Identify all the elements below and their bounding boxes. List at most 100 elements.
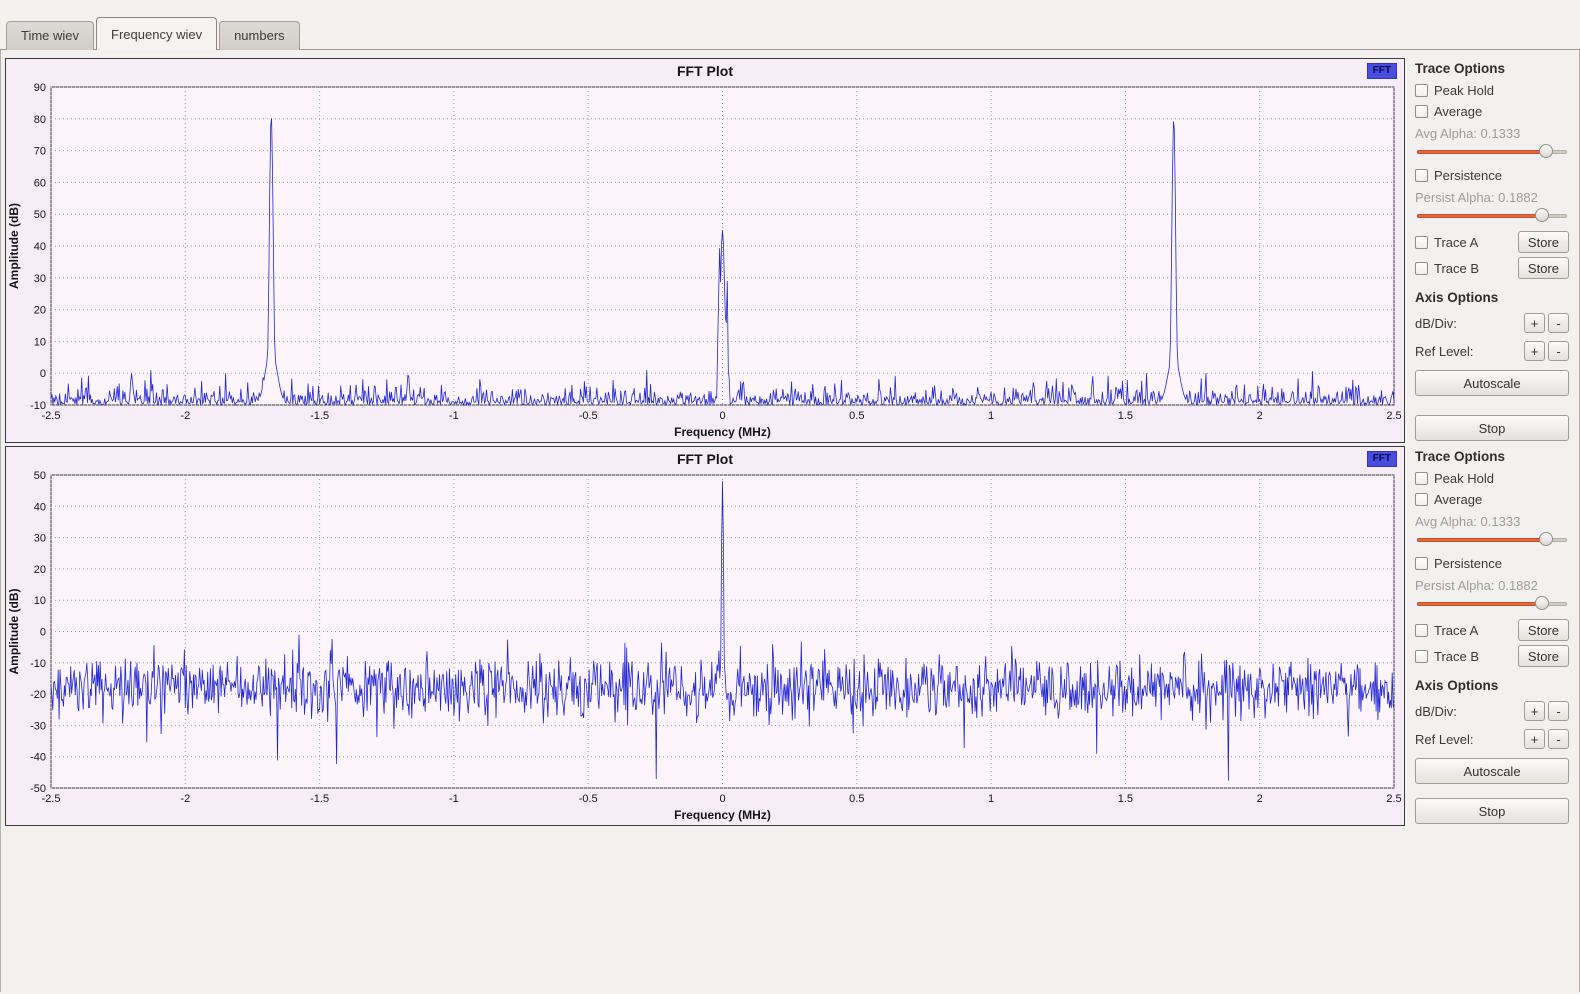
trace-b-checkbox-1[interactable]: Trace B	[1415, 261, 1518, 276]
trace-a-checkbox-2[interactable]: Trace A	[1415, 623, 1518, 638]
trace-b-row-1: Trace B Store	[1415, 257, 1569, 279]
svg-text:40: 40	[34, 501, 46, 513]
stop-button-2[interactable]: Stop	[1415, 798, 1569, 824]
trace-a-checkbox-1[interactable]: Trace A	[1415, 235, 1518, 250]
checkbox-icon[interactable]	[1415, 169, 1428, 182]
store-trace-b-button-2[interactable]: Store	[1518, 645, 1569, 667]
svg-text:0.5: 0.5	[849, 410, 864, 422]
plot-title-1: FFT Plot	[6, 63, 1404, 79]
persistence-checkbox-2[interactable]: Persistence	[1415, 556, 1569, 571]
svg-text:-30: -30	[30, 720, 46, 732]
axis-options-header-2: Axis Options	[1415, 678, 1569, 693]
checkbox-icon[interactable]	[1415, 557, 1428, 570]
store-trace-a-button-2[interactable]: Store	[1518, 619, 1569, 641]
persistence-label: Persistence	[1434, 556, 1502, 571]
tab-time-view[interactable]: Time wiev	[6, 21, 94, 50]
db-div-minus-button-1[interactable]: -	[1548, 313, 1569, 333]
tab-frequency-view[interactable]: Frequency wiev	[96, 17, 217, 50]
stop-button-1[interactable]: Stop	[1415, 415, 1569, 441]
slider-handle[interactable]	[1535, 596, 1549, 610]
trace-b-checkbox-2[interactable]: Trace B	[1415, 649, 1518, 664]
db-div-label: dB/Div:	[1415, 704, 1521, 719]
tab-bar: Time wiev Frequency wiev numbers	[0, 0, 1580, 50]
svg-text:-1: -1	[449, 793, 459, 805]
svg-text:0: 0	[40, 627, 46, 639]
svg-text:-1.5: -1.5	[310, 410, 329, 422]
svg-text:20: 20	[34, 305, 46, 317]
store-trace-b-button-1[interactable]: Store	[1518, 257, 1569, 279]
checkbox-icon[interactable]	[1415, 493, 1428, 506]
svg-text:50: 50	[34, 470, 46, 482]
average-label: Average	[1434, 104, 1482, 119]
checkbox-icon[interactable]	[1415, 262, 1428, 275]
control-panel-2: Trace Options Peak Hold Average Avg Alph…	[1411, 446, 1571, 826]
svg-text:Amplitude (dB): Amplitude (dB)	[7, 203, 21, 289]
persistence-label: Persistence	[1434, 168, 1502, 183]
tab-numbers[interactable]: numbers	[219, 21, 300, 50]
legend-fft-badge-1[interactable]: FFT	[1367, 63, 1397, 79]
autoscale-button-1[interactable]: Autoscale	[1415, 370, 1569, 396]
slider-fill	[1417, 602, 1542, 606]
checkbox-icon[interactable]	[1415, 236, 1428, 249]
legend-fft-badge-2[interactable]: FFT	[1367, 451, 1397, 467]
db-div-row-1: dB/Div: + -	[1415, 313, 1569, 333]
persist-alpha-slider-1[interactable]	[1417, 208, 1567, 223]
trace-options-header-1: Trace Options	[1415, 61, 1569, 76]
svg-text:-40: -40	[30, 752, 46, 764]
fft-plot-canvas-1[interactable]: -2.5-2-1.5-1-0.500.511.522.5-10010203040…	[7, 82, 1403, 441]
checkbox-icon[interactable]	[1415, 105, 1428, 118]
ref-level-label: Ref Level:	[1415, 344, 1521, 359]
peak-hold-checkbox-1[interactable]: Peak Hold	[1415, 83, 1569, 98]
avg-alpha-slider-2[interactable]	[1417, 532, 1567, 547]
svg-text:2.5: 2.5	[1386, 410, 1401, 422]
ref-level-minus-button-1[interactable]: -	[1548, 341, 1569, 361]
db-div-plus-button-2[interactable]: +	[1524, 701, 1545, 721]
average-checkbox-2[interactable]: Average	[1415, 492, 1569, 507]
svg-text:10: 10	[34, 336, 46, 348]
persist-alpha-label-1: Persist Alpha: 0.1882	[1415, 190, 1569, 205]
ref-level-row-2: Ref Level: + -	[1415, 729, 1569, 749]
trace-b-row-2: Trace B Store	[1415, 645, 1569, 667]
svg-text:-1.5: -1.5	[310, 793, 329, 805]
fft-plot-canvas-2[interactable]: -2.5-2-1.5-1-0.500.511.522.5-50-40-30-20…	[7, 470, 1403, 824]
fft-panel-row-1: FFT Plot FFT -2.5-2-1.5-1-0.500.511.522.…	[5, 58, 1571, 443]
svg-text:1.5: 1.5	[1118, 410, 1133, 422]
svg-text:-1: -1	[449, 410, 459, 422]
autoscale-button-2[interactable]: Autoscale	[1415, 758, 1569, 784]
db-div-plus-button-1[interactable]: +	[1524, 313, 1545, 333]
svg-text:0.5: 0.5	[849, 793, 864, 805]
trace-a-label: Trace A	[1434, 623, 1478, 638]
db-div-minus-button-2[interactable]: -	[1548, 701, 1569, 721]
svg-text:-10: -10	[30, 400, 46, 412]
svg-text:1: 1	[988, 410, 994, 422]
slider-fill	[1417, 214, 1542, 218]
peak-hold-checkbox-2[interactable]: Peak Hold	[1415, 471, 1569, 486]
trace-a-row-1: Trace A Store	[1415, 231, 1569, 253]
ref-level-plus-button-2[interactable]: +	[1524, 729, 1545, 749]
persist-alpha-label-2: Persist Alpha: 0.1882	[1415, 578, 1569, 593]
slider-handle[interactable]	[1535, 208, 1549, 222]
checkbox-icon[interactable]	[1415, 650, 1428, 663]
svg-text:2: 2	[1257, 793, 1263, 805]
axis-options-header-1: Axis Options	[1415, 290, 1569, 305]
checkbox-icon[interactable]	[1415, 84, 1428, 97]
average-checkbox-1[interactable]: Average	[1415, 104, 1569, 119]
svg-text:2: 2	[1257, 410, 1263, 422]
store-trace-a-button-1[interactable]: Store	[1518, 231, 1569, 253]
peak-hold-label: Peak Hold	[1434, 83, 1494, 98]
avg-alpha-slider-1[interactable]	[1417, 144, 1567, 159]
svg-text:1.5: 1.5	[1118, 793, 1133, 805]
slider-handle[interactable]	[1539, 144, 1553, 158]
persistence-checkbox-1[interactable]: Persistence	[1415, 168, 1569, 183]
checkbox-icon[interactable]	[1415, 472, 1428, 485]
slider-handle[interactable]	[1539, 532, 1553, 546]
svg-text:0: 0	[719, 410, 725, 422]
db-div-row-2: dB/Div: + -	[1415, 701, 1569, 721]
checkbox-icon[interactable]	[1415, 624, 1428, 637]
avg-alpha-label-2: Avg Alpha: 0.1333	[1415, 514, 1569, 529]
ref-level-plus-button-1[interactable]: +	[1524, 341, 1545, 361]
ref-level-minus-button-2[interactable]: -	[1548, 729, 1569, 749]
persist-alpha-slider-2[interactable]	[1417, 596, 1567, 611]
svg-text:60: 60	[34, 177, 46, 189]
svg-text:Frequency (MHz): Frequency (MHz)	[674, 425, 771, 439]
